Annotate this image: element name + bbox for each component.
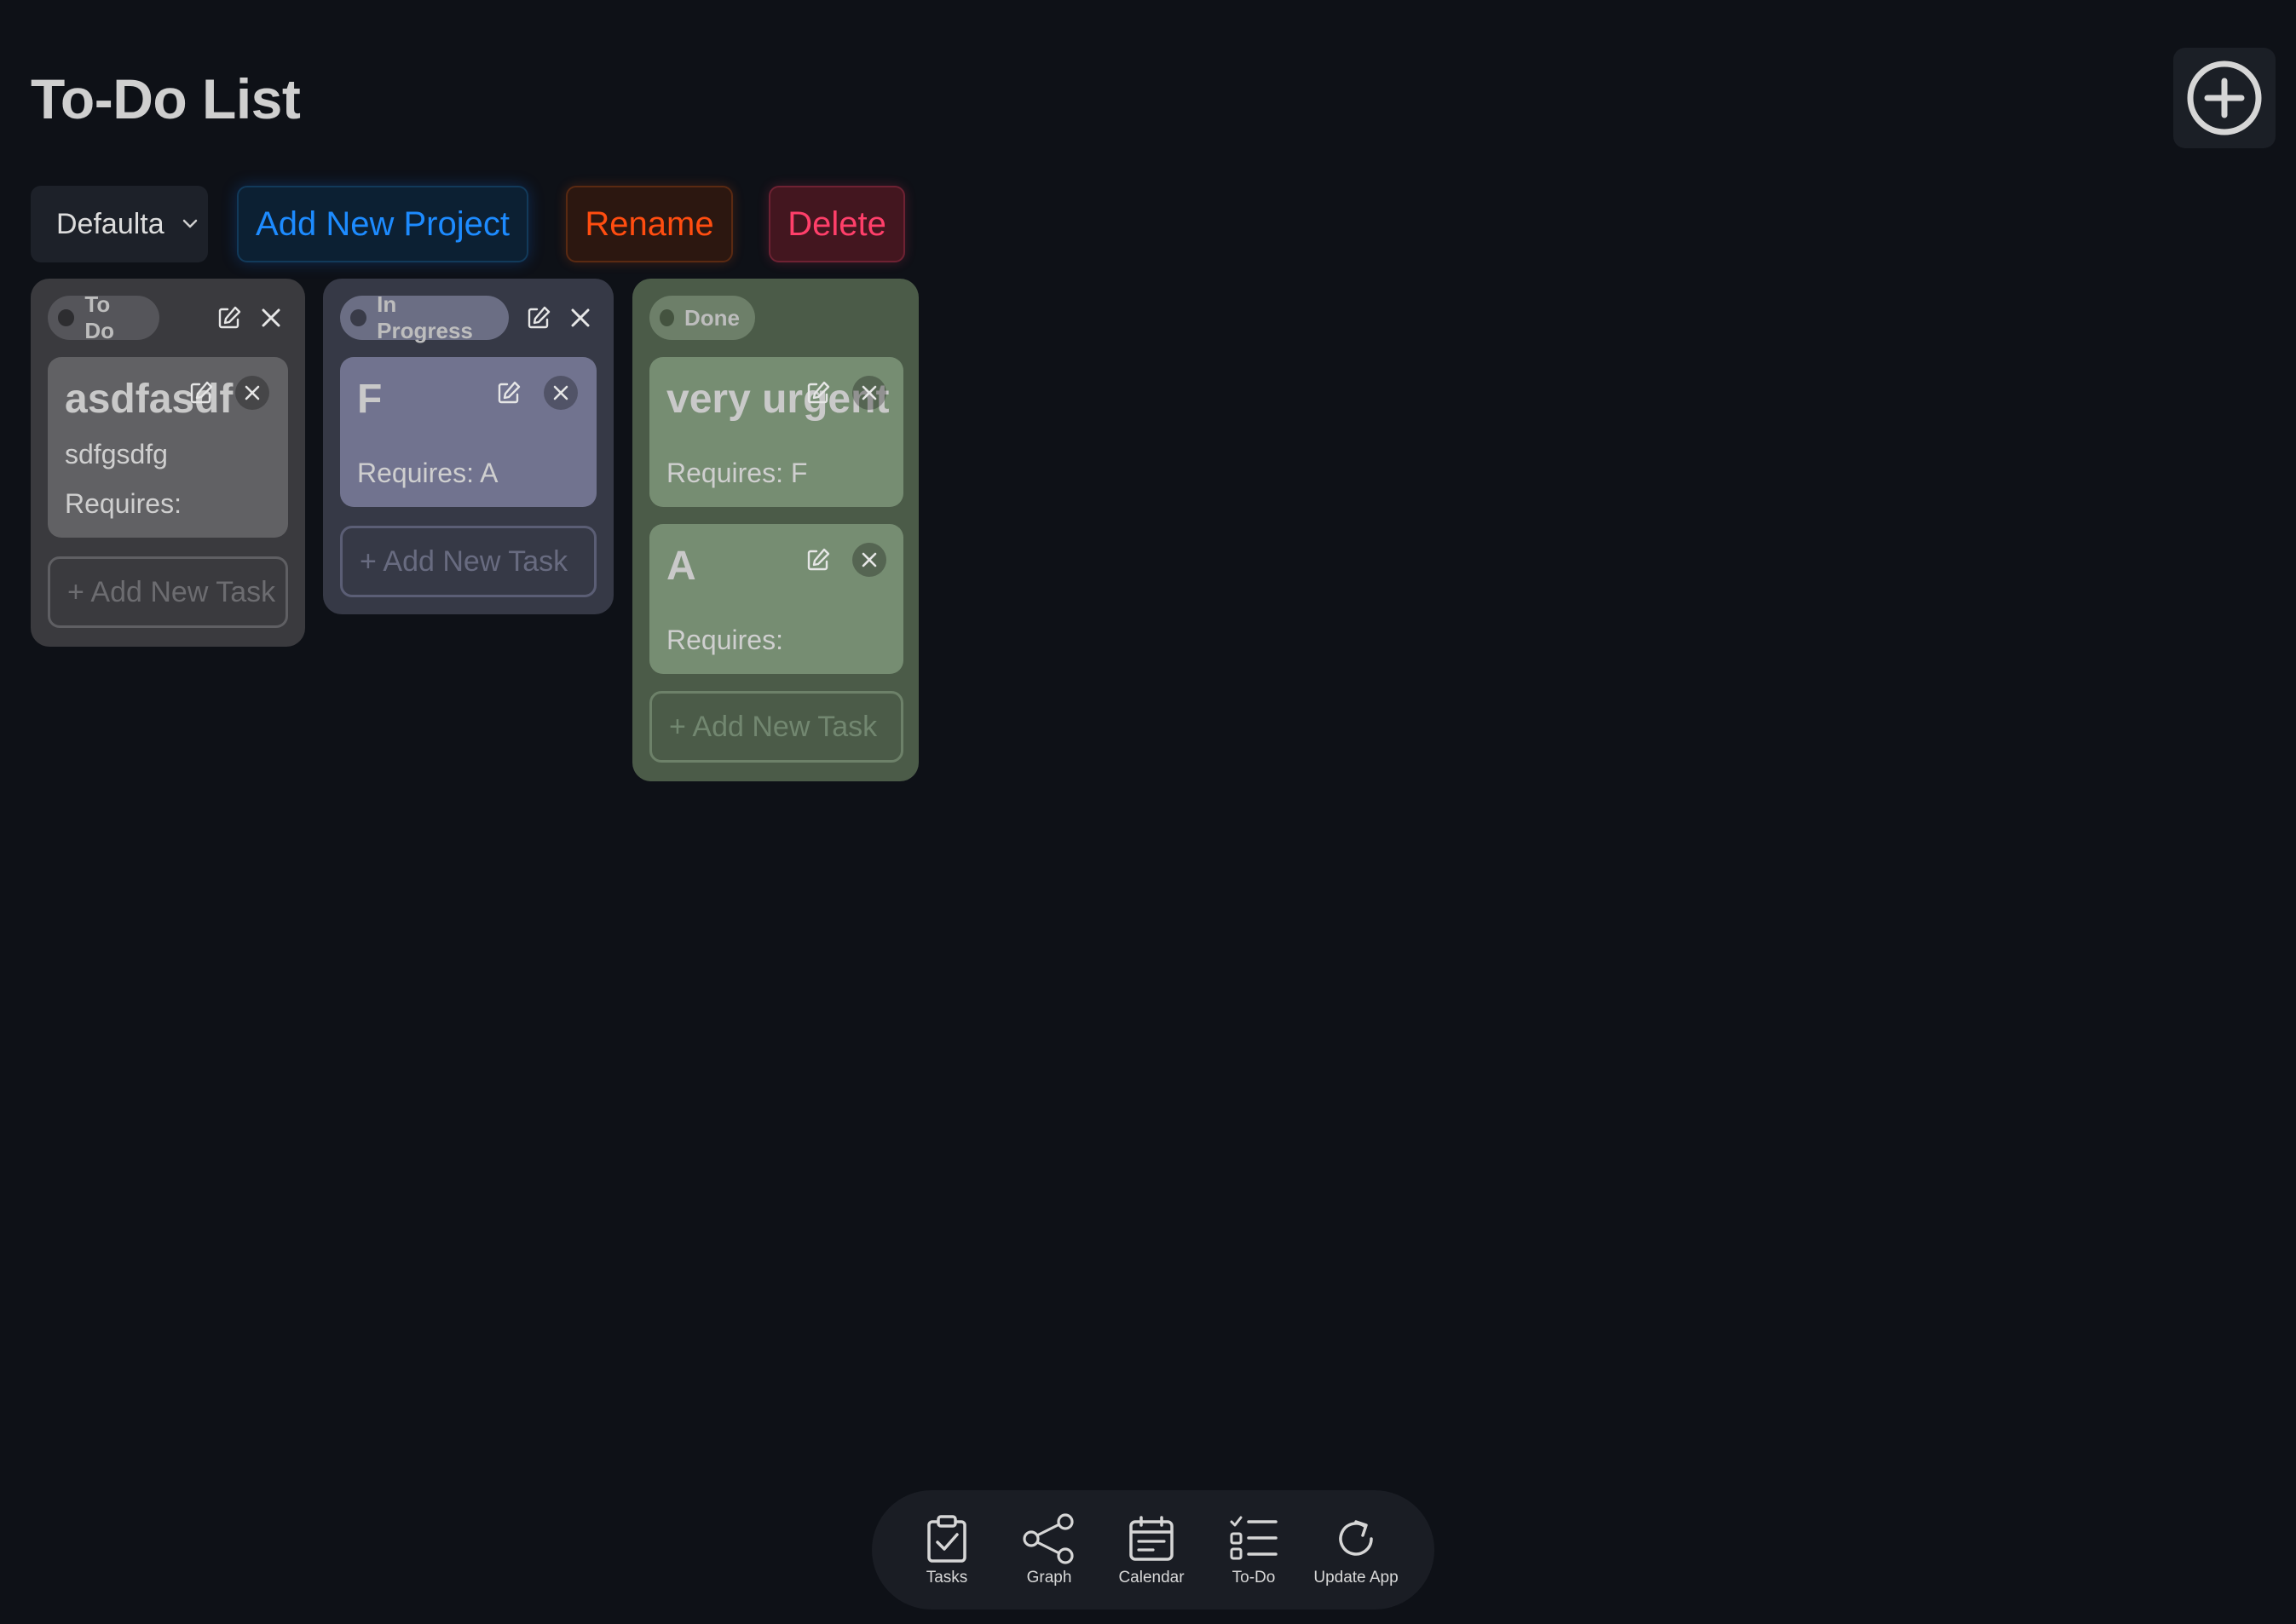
close-icon	[553, 385, 568, 400]
delete-task-button[interactable]	[544, 376, 578, 410]
column-title: Done	[684, 304, 740, 331]
column-title: To Do	[84, 291, 115, 343]
edit-icon	[528, 306, 551, 329]
task-requires: Requires:	[65, 488, 182, 519]
delete-task-button[interactable]	[852, 543, 886, 577]
edit-icon	[190, 381, 213, 404]
nav-item-graph[interactable]: Graph	[1002, 1512, 1096, 1598]
add-new-project-button[interactable]: Add New Project	[237, 186, 528, 262]
task-title: A	[666, 544, 696, 589]
status-dot	[350, 309, 367, 326]
close-icon	[862, 552, 877, 567]
delete-column-button[interactable]	[254, 301, 288, 335]
delete-task-button[interactable]	[852, 376, 886, 410]
calendar-icon	[1129, 1516, 1174, 1561]
nav-item-update-app[interactable]: Update App	[1309, 1512, 1403, 1598]
refresh-icon	[1339, 1520, 1373, 1556]
nav-label: To-Do	[1232, 1569, 1276, 1587]
share-graph-icon	[1023, 1513, 1074, 1564]
add-new-task-button[interactable]: + Add New Task	[48, 556, 288, 628]
nav-label: Update App	[1313, 1569, 1399, 1587]
project-select-value: Defaulta	[56, 207, 164, 240]
nav-item-todo[interactable]: To-Do	[1207, 1512, 1301, 1598]
task-title: F	[357, 377, 383, 422]
task-requires: Requires:	[666, 625, 783, 655]
status-dot	[660, 309, 674, 326]
bottom-nav: Tasks Graph Calendar To-Do Update App	[872, 1490, 1434, 1610]
edit-icon	[498, 381, 521, 404]
project-select[interactable]: Defaulta	[31, 186, 208, 262]
task-requires: Requires: A	[357, 458, 499, 488]
task-requires: Requires: F	[666, 458, 808, 488]
column-to-do: To Do asdfasdf sdfgsdfg Requires: + Add …	[31, 279, 305, 647]
add-new-task-button[interactable]: + Add New Task	[340, 526, 597, 597]
app-root: To-Do List Defaulta Add New Project Rena…	[0, 0, 2296, 1624]
task-description: sdfgsdfg	[65, 439, 168, 469]
column-status-pill: In Progress	[340, 291, 509, 343]
column-status-pill: To Do	[48, 291, 159, 343]
delete-button[interactable]: Delete	[769, 186, 905, 262]
close-icon	[571, 308, 590, 327]
edit-icon	[807, 381, 830, 404]
page-title: To-Do List	[31, 67, 301, 130]
delete-column-button[interactable]	[563, 301, 597, 335]
task-card[interactable]: F Requires: A	[340, 357, 597, 507]
delete-task-button[interactable]	[235, 376, 269, 410]
checklist-icon	[1230, 1516, 1278, 1560]
edit-icon	[218, 306, 241, 329]
task-card[interactable]: very urgent Requires: F	[649, 357, 903, 507]
edit-task-button[interactable]	[184, 376, 218, 410]
nav-item-tasks[interactable]: Tasks	[900, 1512, 994, 1598]
rename-button[interactable]: Rename	[566, 186, 733, 262]
task-card[interactable]: A Requires:	[649, 524, 903, 674]
column-title: In Progress	[377, 291, 473, 343]
nav-item-calendar[interactable]: Calendar	[1105, 1512, 1198, 1598]
nav-label: Graph	[1026, 1569, 1072, 1587]
add-new-task-button[interactable]: + Add New Task	[649, 691, 903, 763]
status-dot	[58, 309, 75, 326]
close-icon	[862, 385, 877, 400]
clipboard-check-icon	[927, 1515, 966, 1563]
nav-label: Tasks	[926, 1569, 968, 1587]
close-icon	[262, 308, 280, 327]
add-fab-button[interactable]	[2173, 48, 2276, 148]
edit-task-button[interactable]	[801, 543, 835, 577]
edit-column-button[interactable]	[522, 301, 556, 335]
task-card[interactable]: asdfasdf sdfgsdfg Requires:	[48, 357, 288, 538]
column-done: Done very urgent Requires: F A Requires:…	[632, 279, 919, 781]
edit-icon	[807, 548, 830, 571]
nav-label: Calendar	[1118, 1569, 1185, 1587]
column-in-progress: In Progress F Requires: A + Add New Task	[323, 279, 614, 614]
close-icon	[245, 385, 260, 400]
column-status-pill: Done	[649, 296, 755, 340]
plus-circle-icon	[2187, 60, 2262, 135]
chevron-down-icon	[182, 219, 198, 228]
edit-column-button[interactable]	[212, 301, 246, 335]
edit-task-button[interactable]	[492, 376, 526, 410]
edit-task-button[interactable]	[801, 376, 835, 410]
